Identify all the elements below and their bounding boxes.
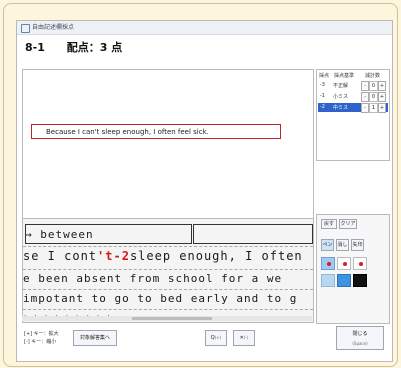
swatch-dot bbox=[343, 262, 347, 266]
close-x-button[interactable]: ✕(-) bbox=[233, 330, 255, 346]
keyboard-hint: [+] キー：拡大 [-] キー：縮小 bbox=[24, 330, 59, 346]
rubric-label: 小ミス bbox=[333, 94, 349, 100]
horizontal-scrollbar[interactable] bbox=[22, 316, 312, 321]
rubric-count: 0 bbox=[369, 81, 378, 91]
color-swatch-red[interactable] bbox=[353, 257, 367, 270]
typed-answer-text: Because I can't sleep enough, I often fe… bbox=[46, 127, 209, 136]
increment-button[interactable]: + bbox=[378, 92, 386, 102]
zoom-in-key: (+) bbox=[214, 335, 222, 340]
close-button[interactable]: 閉じる (Space) bbox=[336, 326, 384, 350]
handwriting-line-1: → between bbox=[25, 228, 94, 241]
ruled-line bbox=[23, 246, 313, 247]
ruled-line bbox=[23, 289, 313, 290]
hint-zoom-out: [-] キー：縮小 bbox=[24, 339, 57, 345]
decrement-button[interactable]: - bbox=[361, 92, 369, 102]
close-label: 閉じる bbox=[352, 331, 368, 337]
rubric-row[interactable]: -3 不正解 - 0 + bbox=[318, 81, 388, 91]
rubric-mark: -3 bbox=[320, 82, 325, 88]
decrement-button[interactable]: - bbox=[361, 103, 369, 113]
increment-button[interactable]: + bbox=[378, 81, 386, 91]
clear-button[interactable]: クリア bbox=[339, 219, 357, 229]
swatch-dot bbox=[359, 262, 363, 266]
to-target-answers-button[interactable]: 対象解答集へ bbox=[73, 330, 117, 346]
none-tool-button[interactable]: 消し bbox=[336, 239, 349, 251]
swatch-dot bbox=[327, 262, 331, 266]
decrement-button[interactable]: - bbox=[361, 81, 369, 91]
rubric-row-selected[interactable]: -2 中ミス - 1 + bbox=[318, 103, 388, 113]
close-key: (Space) bbox=[352, 341, 368, 346]
color-swatch-pale-blue[interactable] bbox=[321, 274, 335, 287]
typed-answer-box[interactable]: Because I can't sleep enough, I often fe… bbox=[31, 124, 281, 139]
color-swatch-mid-blue[interactable] bbox=[337, 274, 351, 287]
rubric-label: 中ミス bbox=[333, 105, 349, 111]
rubric-count: 1 bbox=[369, 103, 378, 113]
scrollbar-thumb[interactable] bbox=[132, 317, 212, 320]
side-panel: 採点 採点基準 減計数 -3 不正解 - 0 + -1 小ミス - 0 + -2… bbox=[316, 69, 390, 324]
handwriting-text: sleep enough, I often bbox=[129, 249, 303, 263]
ruled-line bbox=[23, 269, 313, 270]
rubric-header-mark: 採点 bbox=[319, 73, 330, 79]
handwriting-panel[interactable]: → between se I cont't-2sleep enough, I o… bbox=[22, 218, 314, 323]
handwriting-line-3: e been absent from school for a we bbox=[23, 272, 283, 285]
hint-zoom-in: [+] キー：拡大 bbox=[24, 331, 59, 337]
handwriting-line-4: impotant to go to bed early and to g bbox=[23, 292, 298, 305]
rubric-label: 不正解 bbox=[333, 83, 349, 89]
rubric-row[interactable]: -1 小ミス - 0 + bbox=[318, 92, 388, 102]
rubric-mark: -2 bbox=[320, 104, 325, 110]
ruled-line bbox=[23, 309, 313, 310]
color-swatch-white[interactable] bbox=[337, 257, 351, 270]
zoom-in-button[interactable]: Q(+) bbox=[205, 330, 227, 346]
rubric-mark: -1 bbox=[320, 93, 325, 99]
rubric-count: 0 bbox=[369, 92, 378, 102]
rubric-header-count: 減計数 bbox=[365, 73, 381, 79]
pen-tools-panel: 戻す クリア ペン 消し 矢印 bbox=[316, 214, 390, 324]
rubric-table: 採点 採点基準 減計数 -3 不正解 - 0 + -1 小ミス - 0 + -2… bbox=[316, 69, 390, 161]
color-swatch-light-blue[interactable] bbox=[321, 257, 335, 270]
close-x-key: (-) bbox=[243, 335, 249, 340]
increment-button[interactable]: + bbox=[378, 103, 386, 113]
rubric-header-criteria: 採点基準 bbox=[334, 73, 355, 79]
handwriting-text: se I cont bbox=[23, 249, 98, 263]
undo-button[interactable]: 戻す bbox=[321, 219, 337, 229]
error-mark: 't-2 bbox=[97, 249, 130, 263]
color-swatch-black[interactable] bbox=[353, 274, 367, 287]
pen-tool-button[interactable]: ペン bbox=[321, 239, 334, 251]
handwriting-box-right bbox=[193, 224, 313, 244]
typed-answer-panel: Because I can't sleep enough, I often fe… bbox=[22, 69, 314, 219]
window-content: Because I can't sleep enough, I often fe… bbox=[16, 20, 391, 360]
eraser-tool-button[interactable]: 矢印 bbox=[351, 239, 364, 251]
handwriting-line-2: se I cont't-2sleep enough, I often bbox=[23, 249, 303, 263]
